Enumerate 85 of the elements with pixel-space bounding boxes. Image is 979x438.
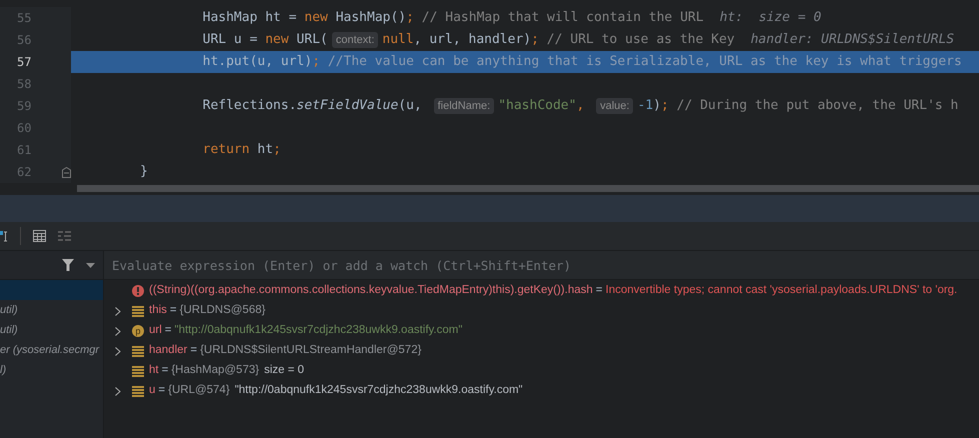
field-icon xyxy=(132,346,144,356)
stack-frame[interactable]: util) xyxy=(0,300,103,320)
code-token: (u, xyxy=(398,97,423,116)
code-token: HashMap ht = xyxy=(202,9,298,28)
code-token: URL u = xyxy=(202,31,258,50)
variable-value: "http://0abqnufk1k245svsr7cdjzhc238uwkk9.oastify.com" xyxy=(174,323,462,338)
variable-row[interactable]: ((String)((org.apache.commons.collections.keyvalue.TiedMapEntry)this).getKey()).hash = Inconvertible types; cannot cast 'ysoserial.payloads.URLDNS' to 'org. xyxy=(104,281,979,301)
code-token: -1 xyxy=(637,97,654,116)
code-token: ; xyxy=(660,97,670,116)
variable-row[interactable]: p url = "http://0abqnufk1k245svsr7cdjzhc238uwkk9.oastify.com" xyxy=(104,321,979,341)
line-number: 61 xyxy=(17,142,32,159)
equals-sign: = xyxy=(190,343,198,358)
parameter-icon: p xyxy=(132,325,144,337)
field-icon xyxy=(132,386,144,396)
dropdown-caret-icon[interactable] xyxy=(86,262,95,268)
variable-row[interactable]: u = {URL@574} "http://0abqnufk1k245svsr7cdjzhc238uwkk9.oastify.com" xyxy=(104,381,979,401)
code-token: ; xyxy=(406,9,415,28)
variable-detail: "http://0abqnufk1k245svsr7cdjzhc238uwkk9.oastify.com" xyxy=(234,383,523,398)
variable-value: {HashMap@573} xyxy=(171,363,260,378)
code-token: ht xyxy=(257,141,274,160)
equals-sign: = xyxy=(170,303,177,318)
code-token: setFieldValue xyxy=(296,97,398,116)
list-settings-icon[interactable] xyxy=(58,230,71,242)
code-token: } xyxy=(140,163,148,182)
equals-sign: = xyxy=(158,383,166,398)
line-number: 60 xyxy=(17,120,32,137)
parameter-hint: value: xyxy=(596,98,634,114)
stack-frame[interactable]: l) xyxy=(0,360,103,380)
code-token: new xyxy=(304,9,329,28)
code-token: ; xyxy=(531,31,540,50)
variable-value: Inconvertible types; cannot cast 'ysoserial.payloads.URLDNS' to 'org. xyxy=(606,283,958,298)
equals-sign: = xyxy=(162,363,168,378)
code-token: ; xyxy=(312,53,322,72)
variable-row[interactable]: this = {URLDNS@568} xyxy=(104,301,979,321)
code-token: HashMap() xyxy=(336,9,406,28)
code-token: return xyxy=(202,141,251,160)
table-icon[interactable] xyxy=(33,230,46,242)
variable-name: url xyxy=(149,323,162,338)
stack-frame[interactable]: util) xyxy=(0,320,103,340)
code-token: "hashCode" xyxy=(498,97,576,116)
evaluate-expression-field[interactable]: Evaluate expression (Enter) or add a watch (Ctrl+Shift+Enter) xyxy=(104,251,979,280)
inline-debug-value: ht: size = 0 xyxy=(720,9,822,28)
variable-name: u xyxy=(149,383,156,398)
code-token: //The value can be anything that is Serializable, URL as the key is what triggers xyxy=(328,53,962,72)
code-token: ) xyxy=(653,97,661,116)
parameter-hint: fieldName: xyxy=(434,98,494,114)
parameter-hint: context: xyxy=(332,32,378,48)
line-number: 59 xyxy=(17,98,32,115)
line-number: 62 xyxy=(17,164,32,181)
field-icon xyxy=(132,306,144,316)
variable-row[interactable]: ht = {HashMap@573} size = 0 xyxy=(104,361,979,381)
variable-name: ht xyxy=(149,363,159,378)
code-token: // During the put above, the URL's h xyxy=(676,97,958,116)
code-token: // HashMap that will contain the URL xyxy=(422,9,704,28)
code-token: , url, handler) xyxy=(414,31,532,50)
filter-icon[interactable] xyxy=(62,259,74,271)
code-token: Reflections. xyxy=(202,97,297,116)
field-icon xyxy=(132,366,144,376)
error-icon xyxy=(132,285,144,297)
variable-name: this xyxy=(149,303,167,318)
code-token: , xyxy=(576,97,586,116)
variable-name: handler xyxy=(149,343,188,358)
code-token: ; xyxy=(273,141,281,160)
horizontal-scrollbar[interactable] xyxy=(77,185,979,192)
variable-value: {URL@574} xyxy=(168,383,230,398)
code-token: ht.put(u, url) xyxy=(202,53,312,72)
cursor-step-icon[interactable] xyxy=(0,229,8,243)
line-number: 58 xyxy=(17,76,32,93)
code-token: new xyxy=(265,31,290,50)
variable-row[interactable]: handler = {URLDNS$SilentURLStreamHandler@572} xyxy=(104,341,979,361)
code-token: // URL to use as the Key xyxy=(546,31,735,50)
fold-icon xyxy=(62,166,71,178)
variable-name: ((String)((org.apache.commons.collections.keyvalue.TiedMapEntry)this).getKey()).hash xyxy=(149,283,593,298)
stack-frame[interactable]: er (ysoserial.secmgr xyxy=(0,340,103,360)
variable-detail: size = 0 xyxy=(264,363,304,378)
variable-value: {URLDNS@568} xyxy=(180,303,266,318)
inline-debug-value: handler: URLDNS$SilentURLS xyxy=(750,31,954,50)
variable-value: {URLDNS$SilentURLStreamHandler@572} xyxy=(200,343,422,358)
line-number: 56 xyxy=(17,32,32,49)
line-number: 57 xyxy=(17,54,32,71)
equals-sign: = xyxy=(596,283,602,298)
line-number: 55 xyxy=(17,10,32,27)
code-token: URL( xyxy=(296,31,328,50)
equals-sign: = xyxy=(164,323,172,338)
code-token: null xyxy=(382,31,414,50)
